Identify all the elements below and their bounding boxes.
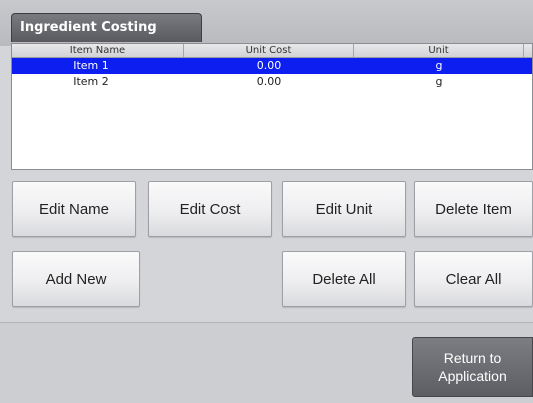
edit-name-button[interactable]: Edit Name [12, 181, 136, 237]
column-header-item-name: Item Name [12, 44, 184, 57]
ingredient-table[interactable]: Item Name Unit Cost Unit Item 1 0.00 g I… [11, 43, 533, 170]
item-name-cell: Item 2 [73, 75, 109, 88]
screen-title: Ingredient Costing [11, 13, 202, 42]
clear-all-button[interactable]: Clear All [414, 251, 533, 307]
edit-cost-button[interactable]: Edit Cost [148, 181, 272, 237]
return-to-application-button[interactable]: Return to Application [412, 337, 533, 397]
title-bar: Ingredient Costing [0, 0, 533, 46]
unit-cost-cell: 0.00 [256, 59, 282, 72]
table-header: Item Name Unit Cost Unit [12, 44, 532, 58]
item-name-cell: Item 1 [73, 59, 109, 72]
table-row[interactable]: Item 2 0.00 g [12, 74, 532, 90]
return-label-line1: Return to [443, 350, 502, 366]
delete-all-button[interactable]: Delete All [282, 251, 406, 307]
unit-cell: g [435, 59, 443, 72]
column-header-unit-cost: Unit Cost [184, 44, 354, 57]
table-row[interactable]: Item 1 0.00 g [12, 58, 532, 74]
add-new-button[interactable]: Add New [12, 251, 140, 307]
edit-unit-button[interactable]: Edit Unit [282, 181, 406, 237]
delete-item-button[interactable]: Delete Item [414, 181, 533, 237]
unit-cell: g [435, 75, 443, 88]
unit-cost-cell: 0.00 [256, 75, 282, 88]
return-label-line2: Application [438, 368, 507, 384]
column-header-unit: Unit [354, 44, 524, 57]
